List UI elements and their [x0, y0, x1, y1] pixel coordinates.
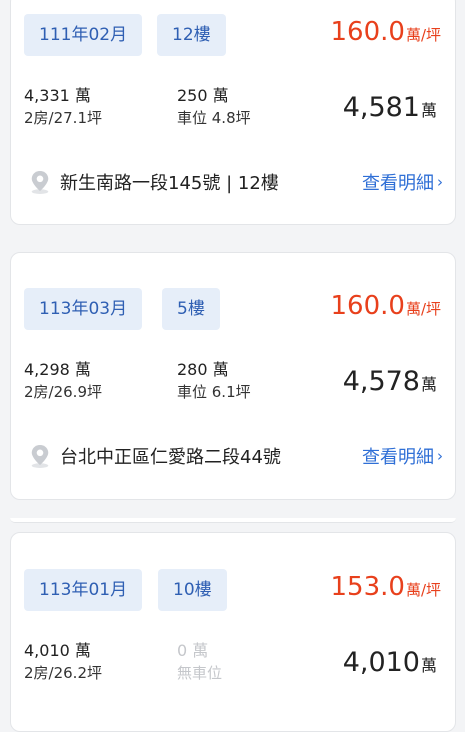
unit-price: 160.0萬/坪 — [331, 17, 442, 47]
address-row: 新生南路一段145號 | 12樓 查看明細 › — [29, 167, 443, 197]
date-tag: 113年03月 — [24, 288, 143, 330]
unit-price-suffix: 萬/坪 — [405, 300, 441, 318]
parking-area: 無車位 — [177, 664, 223, 682]
total-value: 4,578 — [342, 366, 420, 397]
date-tag: 111年02月 — [24, 14, 143, 56]
location-pin-icon — [31, 445, 49, 469]
location-pin-icon — [31, 171, 49, 195]
listing-card-1: 111年02月 12樓 160.0萬/坪 4,331 萬 2房/27.1坪 25… — [10, 0, 456, 225]
view-details-link[interactable]: 查看明細 › — [362, 169, 443, 195]
total-price: 4,010萬 — [343, 647, 437, 678]
address-row: 台北中正區仁愛路二段44號 查看明細 › — [29, 441, 443, 471]
house-price: 4,298 萬 — [24, 360, 91, 379]
unit-price-value: 160.0 — [330, 17, 405, 47]
parking-price: 250 萬 — [177, 86, 229, 105]
parking-price: 0 萬 — [177, 641, 209, 660]
view-details-link[interactable]: 查看明細 › — [362, 443, 443, 469]
house-price: 4,331 萬 — [24, 86, 91, 105]
parking-price: 280 萬 — [177, 360, 229, 379]
listing-card-2: 113年03月 5樓 160.0萬/坪 4,298 萬 2房/26.9坪 280… — [10, 252, 456, 500]
layout-area: 2房/27.1坪 — [24, 109, 102, 127]
floor-tag: 12樓 — [157, 14, 226, 56]
house-price-block: 4,010 萬 2房/26.2坪 — [24, 640, 102, 684]
parking-area: 車位 6.1坪 — [177, 383, 251, 401]
total-price: 4,581萬 — [343, 92, 437, 123]
house-price-block: 4,331 萬 2房/27.1坪 — [24, 85, 102, 129]
date-tag: 113年01月 — [24, 569, 143, 611]
unit-price-value: 153.0 — [330, 572, 405, 602]
total-suffix: 萬 — [420, 101, 437, 120]
unit-price: 153.0萬/坪 — [331, 572, 442, 602]
view-details-label: 查看明細 — [362, 173, 434, 194]
floor-tag: 5樓 — [162, 288, 220, 330]
view-details-label: 查看明細 — [362, 447, 434, 468]
floor-tag: 10樓 — [158, 569, 227, 611]
parking-block: 0 萬 無車位 — [177, 640, 222, 684]
address-text: 台北中正區仁愛路二段44號 — [60, 447, 281, 468]
chevron-right-icon: › — [437, 173, 443, 191]
card-separator — [10, 518, 456, 523]
total-suffix: 萬 — [420, 656, 437, 675]
parking-area: 車位 4.8坪 — [177, 109, 251, 127]
house-price: 4,010 萬 — [24, 641, 91, 660]
unit-price-suffix: 萬/坪 — [405, 581, 441, 599]
unit-price-suffix: 萬/坪 — [405, 26, 441, 44]
layout-area: 2房/26.9坪 — [24, 383, 102, 401]
parking-block: 250 萬 車位 4.8坪 — [177, 85, 251, 129]
total-suffix: 萬 — [420, 375, 437, 394]
house-price-block: 4,298 萬 2房/26.9坪 — [24, 359, 102, 403]
address-text: 新生南路一段145號 | 12樓 — [60, 173, 279, 194]
total-price: 4,578萬 — [343, 366, 437, 397]
total-value: 4,010 — [342, 647, 420, 678]
layout-area: 2房/26.2坪 — [24, 664, 102, 682]
listing-card-3: 113年01月 10樓 153.0萬/坪 4,010 萬 2房/26.2坪 0 … — [10, 532, 456, 732]
total-value: 4,581 — [342, 92, 420, 123]
chevron-right-icon: › — [437, 447, 443, 465]
unit-price-value: 160.0 — [330, 291, 405, 321]
unit-price: 160.0萬/坪 — [331, 291, 442, 321]
parking-block: 280 萬 車位 6.1坪 — [177, 359, 251, 403]
